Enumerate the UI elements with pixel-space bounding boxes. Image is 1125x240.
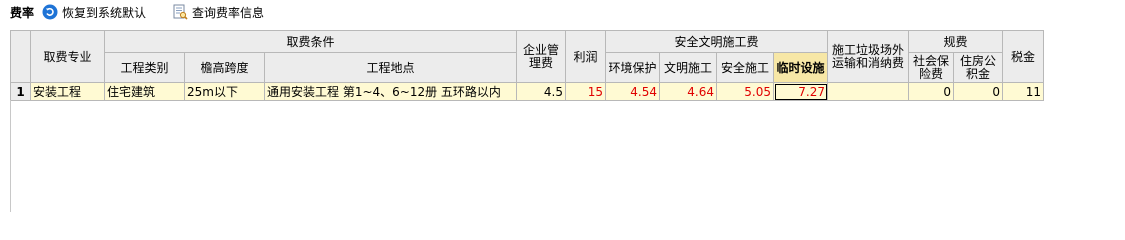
- cell-housing-fund[interactable]: 0: [953, 82, 1003, 101]
- header-temp-facilities[interactable]: 临时设施: [773, 52, 828, 83]
- header-social-ins-line2: 险费: [918, 66, 943, 81]
- header-profit[interactable]: 利润: [565, 30, 606, 83]
- restore-default-button[interactable]: 恢复到系统默认: [42, 3, 146, 21]
- header-civil-construction[interactable]: 文明施工: [659, 52, 717, 83]
- header-regulatory: 规费: [908, 30, 1003, 53]
- cell-env-protection[interactable]: 4.54: [605, 82, 660, 101]
- cell-profit[interactable]: 15: [565, 82, 606, 101]
- header-social-insurance[interactable]: 社会保 险费: [908, 52, 954, 83]
- cell-waste-transport[interactable]: [827, 82, 909, 101]
- header-social-ins-line1: 社会保: [912, 53, 949, 68]
- header-tax[interactable]: 税金: [1002, 30, 1044, 83]
- query-rate-info-button[interactable]: 查询费率信息: [172, 3, 264, 21]
- grid-left-border: [10, 100, 11, 212]
- cell-mgmt-fee[interactable]: 4.5: [516, 82, 566, 101]
- cell-civil-construction[interactable]: 4.64: [659, 82, 717, 101]
- header-env-protection[interactable]: 环境保护: [605, 52, 660, 83]
- header-eave-height[interactable]: 檐高跨度: [184, 52, 265, 83]
- document-search-icon: [173, 4, 188, 20]
- header-mgmt-fee-line1: 企业管: [522, 42, 559, 57]
- header-housing-fund-line1: 住房公: [959, 53, 996, 68]
- cell-fee-major[interactable]: 安装工程: [30, 82, 105, 101]
- header-housing-fund[interactable]: 住房公 积金: [953, 52, 1003, 83]
- header-fee-condition: 取费条件: [104, 30, 517, 53]
- header-waste-line2: 运输和消纳费: [831, 55, 904, 70]
- header-mgmt-fee-line2: 理费: [528, 55, 553, 70]
- cell-safe-construction[interactable]: 5.05: [716, 82, 774, 101]
- cell-tax[interactable]: 11: [1002, 82, 1044, 101]
- row-number-header: [10, 30, 31, 83]
- cell-social-insurance[interactable]: 0: [908, 82, 954, 101]
- header-safety-civil: 安全文明施工费: [605, 30, 828, 53]
- toolbar: 费率 恢复到系统默认 查询费率信息: [0, 0, 1125, 24]
- fee-rate-table: 取费专业 取费条件 企业管 理费 利润 安全文明施工费 施工垃圾场外 运输和消纳费 …: [10, 30, 1044, 101]
- restore-icon: [42, 4, 58, 20]
- header-safe-construction[interactable]: 安全施工: [716, 52, 774, 83]
- cell-project-type[interactable]: 住宅建筑: [104, 82, 185, 101]
- row-number[interactable]: 1: [10, 82, 31, 101]
- cell-project-location[interactable]: 通用安装工程 第1~4、6~12册 五环路以内: [264, 82, 517, 101]
- header-housing-fund-line2: 积金: [965, 66, 990, 81]
- query-rate-info-label: 查询费率信息: [192, 5, 265, 20]
- header-fee-major[interactable]: 取费专业: [30, 30, 105, 83]
- header-waste-line1: 施工垃圾场外: [831, 42, 904, 57]
- header-project-location[interactable]: 工程地点: [264, 52, 517, 83]
- cell-temp-facilities[interactable]: 7.27: [773, 82, 828, 101]
- panel-title: 费率: [10, 6, 35, 20]
- header-waste-transport[interactable]: 施工垃圾场外 运输和消纳费: [827, 30, 909, 83]
- cell-eave-height[interactable]: 25m以下: [184, 82, 265, 101]
- table-row[interactable]: 1 安装工程 住宅建筑 25m以下 通用安装工程 第1~4、6~12册 五环路以…: [10, 82, 1044, 101]
- header-project-type[interactable]: 工程类别: [104, 52, 185, 83]
- header-mgmt-fee[interactable]: 企业管 理费: [516, 30, 566, 83]
- restore-default-label: 恢复到系统默认: [62, 5, 147, 20]
